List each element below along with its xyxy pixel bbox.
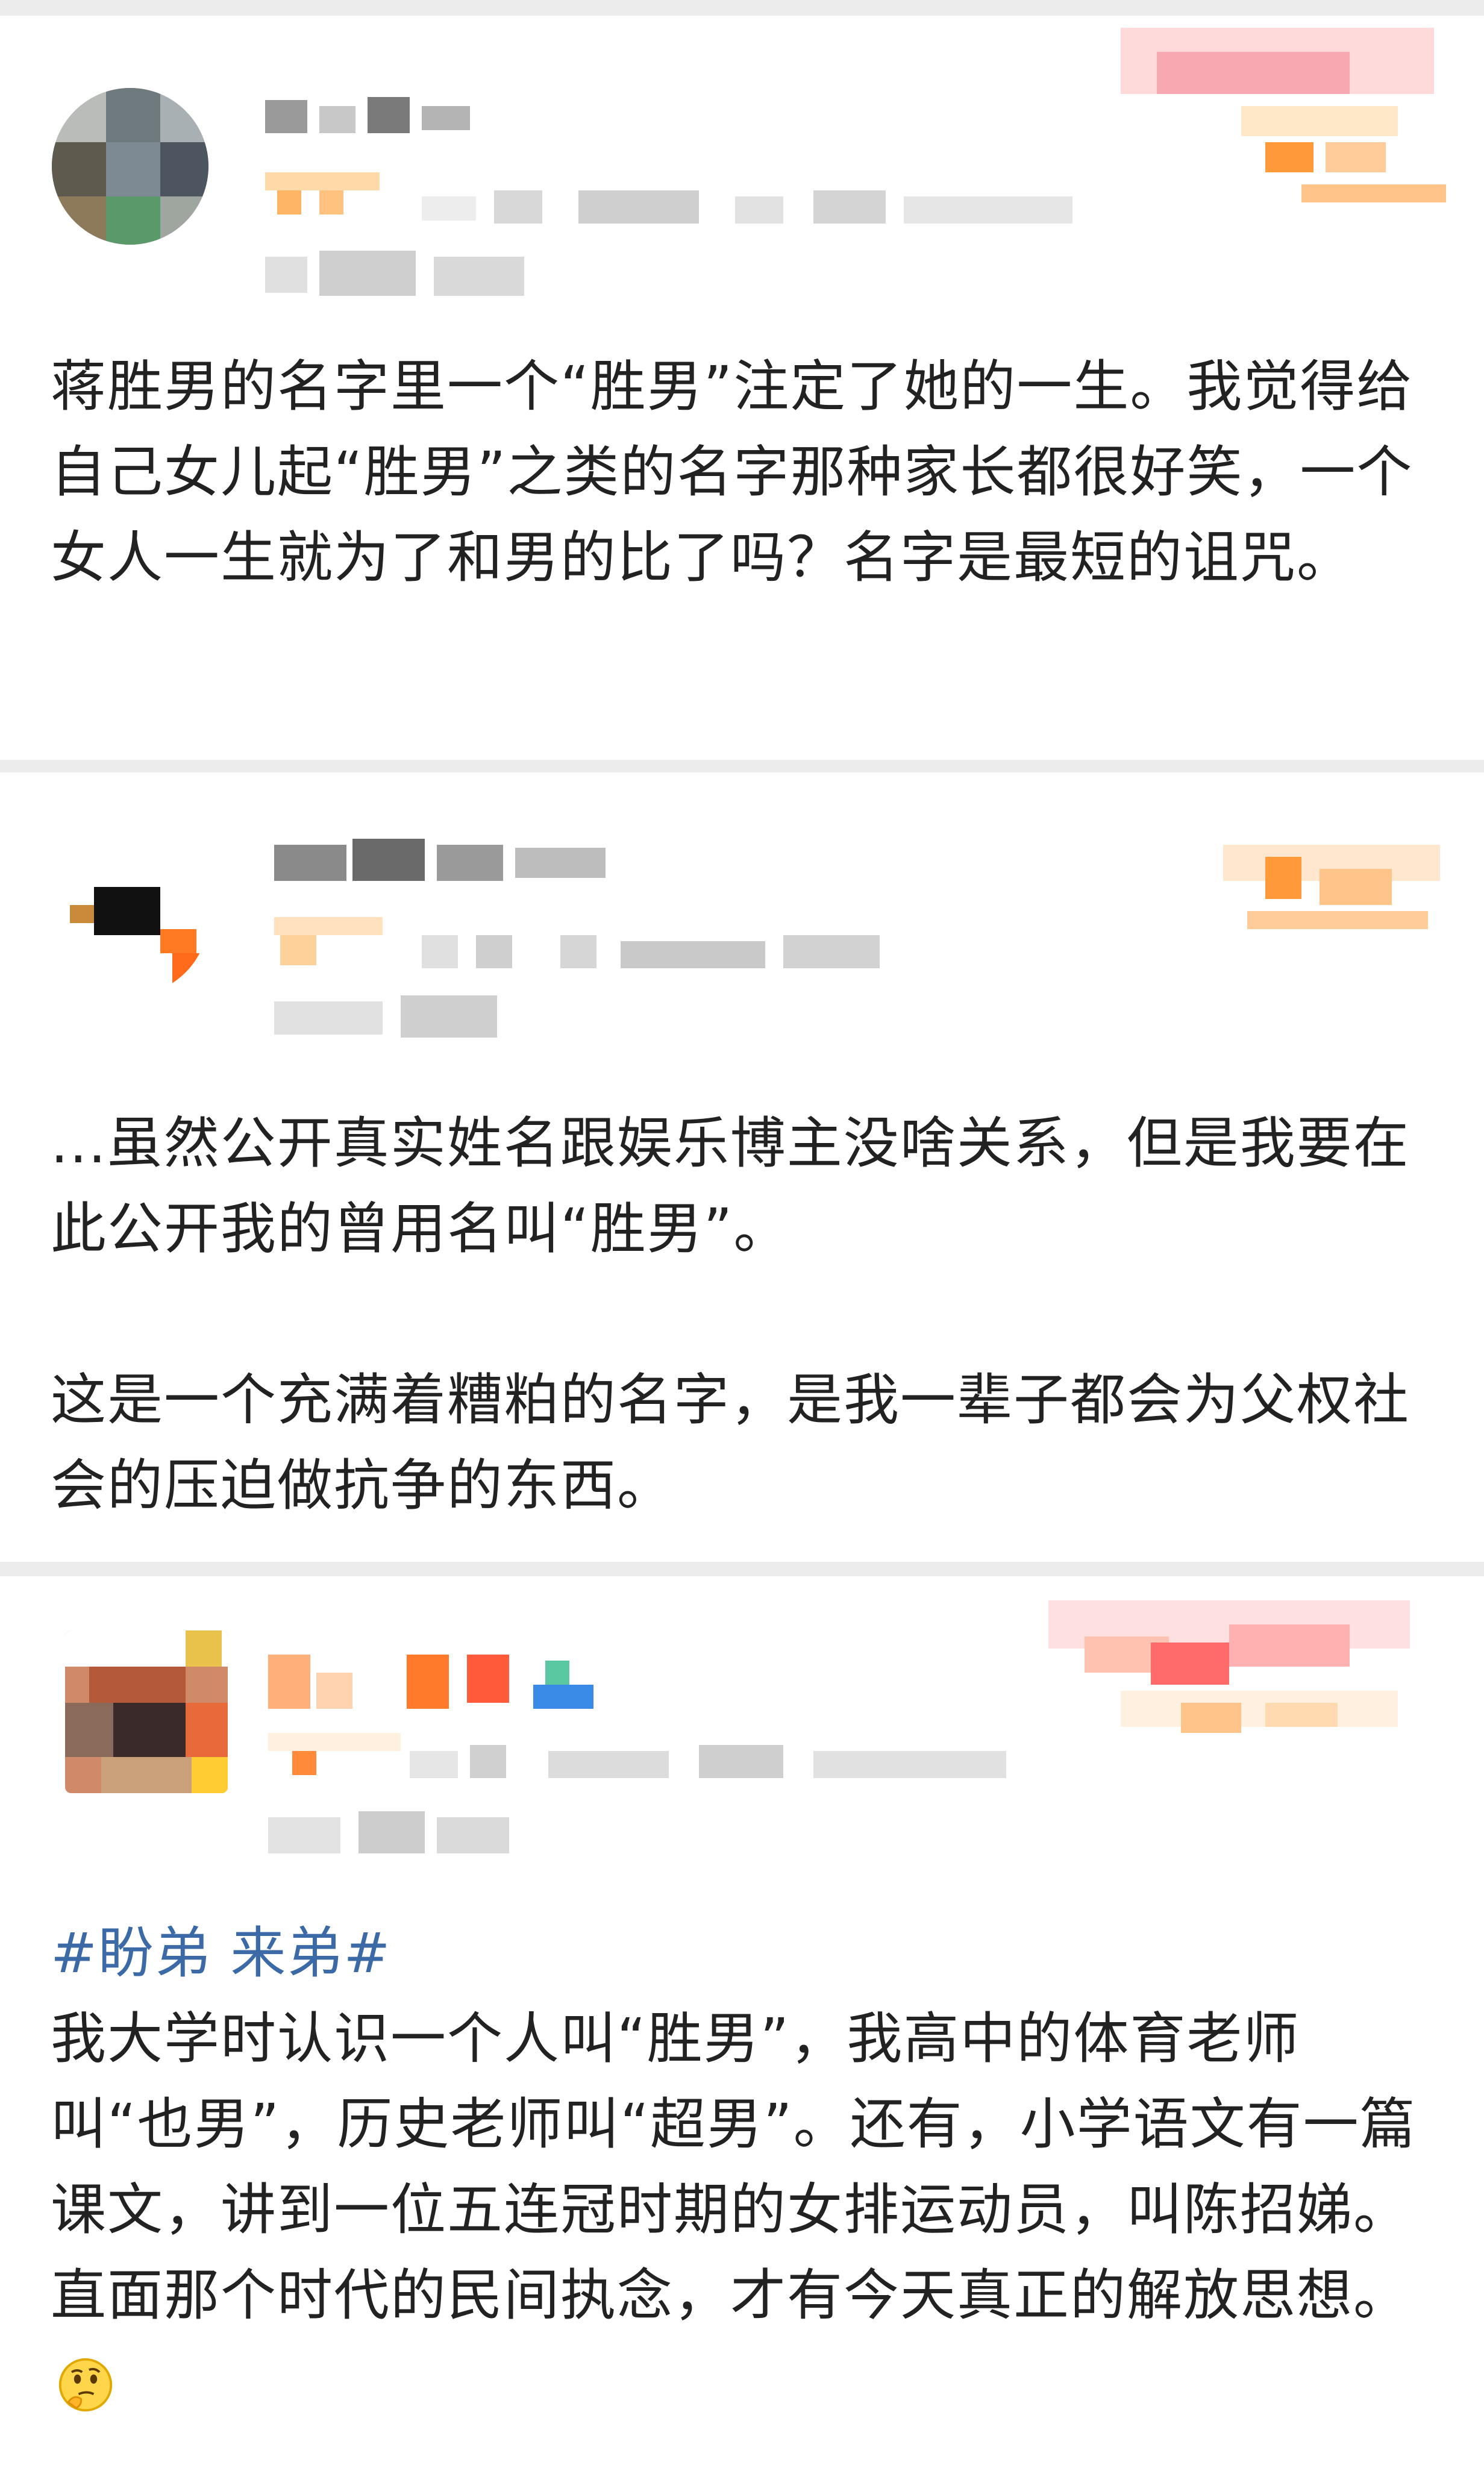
hashtag-link[interactable]: #盼弟 来弟# — [51, 1911, 1436, 1996]
username-blurred[interactable] — [265, 94, 482, 136]
user-bio-blurred — [410, 1745, 1042, 1781]
user-avatar[interactable] — [52, 839, 208, 995]
user-avatar[interactable] — [52, 88, 208, 245]
hashtag-text[interactable]: #盼弟 来弟# — [51, 1921, 391, 1985]
post-body: #盼弟 来弟# 我大学时认识一个人叫“胜男”，我高中的体育老师叫“也男”，历史老… — [51, 1911, 1436, 2424]
user-badge-blurred — [268, 1733, 413, 1781]
post-body: ...虽然公开真实姓名跟娱乐博主没啥关系，但是我要在此公开我的曾用名叫“胜男”。… — [51, 1101, 1436, 1529]
post-time-blurred — [268, 1811, 521, 1859]
user-bio-blurred — [422, 190, 1085, 227]
follow-button-blurred[interactable] — [1223, 845, 1452, 941]
user-bio-blurred — [422, 935, 934, 971]
username-blurred[interactable] — [274, 839, 624, 887]
follow-button-blurred[interactable] — [1048, 1600, 1428, 1781]
post-paragraph-2: 这是一个充满着糟粕的名字，是我一辈子都会为父权社会的压迫做抗争的东西。 — [51, 1368, 1410, 1518]
post-text: 蒋胜男的名字里一个“胜男”注定了她的一生。我觉得给自己女儿起“胜男”之类的名字那… — [51, 354, 1414, 590]
username-blurred[interactable] — [268, 1655, 618, 1715]
post-body: 蒋胜男的名字里一个“胜男”注定了她的一生。我觉得给自己女儿起“胜男”之类的名字那… — [51, 344, 1436, 601]
thinking-face-emoji-icon — [58, 2358, 113, 2411]
user-badge-blurred — [274, 917, 395, 971]
user-avatar[interactable] — [65, 1630, 228, 1793]
post-paragraph: 我大学时认识一个人叫“胜男”，我高中的体育老师叫“也男”，历史老师叫“超男”。还… — [51, 1996, 1436, 2424]
user-badge-blurred — [265, 172, 386, 221]
post-card-3: #盼弟 来弟# 我大学时认识一个人叫“胜男”，我高中的体育老师叫“也男”，历史老… — [0, 1576, 1484, 2468]
post-time-blurred — [265, 251, 536, 305]
post-card-1: 蒋胜男的名字里一个“胜男”注定了她的一生。我觉得给自己女儿起“胜男”之类的名字那… — [0, 16, 1484, 760]
post-time-blurred — [274, 995, 515, 1044]
post-text: 我大学时认识一个人叫“胜男”，我高中的体育老师叫“也男”，历史老师叫“超男”。还… — [51, 2006, 1417, 2328]
follow-button-blurred[interactable] — [1121, 28, 1458, 208]
post-paragraph-1: ...虽然公开真实姓名跟娱乐博主没啥关系，但是我要在此公开我的曾用名叫“胜男”。 — [51, 1111, 1410, 1261]
post-card-2: ...虽然公开真实姓名跟娱乐博主没啥关系，但是我要在此公开我的曾用名叫“胜男”。… — [0, 772, 1484, 1562]
